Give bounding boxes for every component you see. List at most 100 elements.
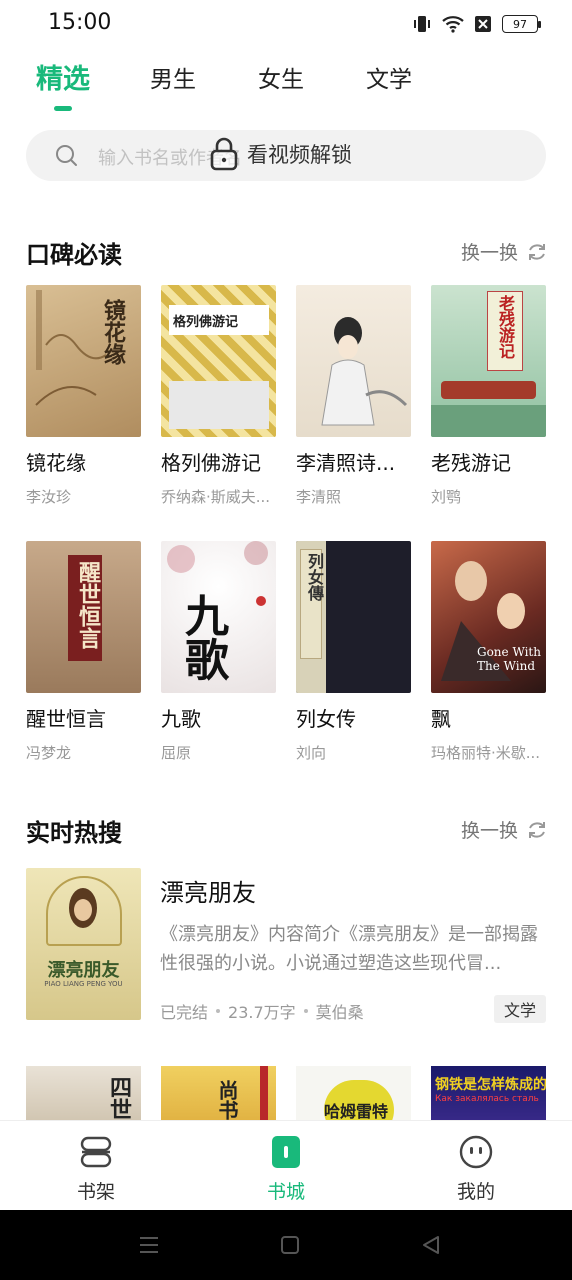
cover-title: 哈姆雷特	[324, 1102, 389, 1121]
book-title: 李清照诗...	[296, 451, 396, 475]
home-icon[interactable]	[279, 1234, 301, 1256]
status-bar: 15:00 97	[0, 0, 572, 50]
search-icon	[56, 145, 77, 166]
book-cover-peek[interactable]: 尚书	[161, 1066, 276, 1126]
refresh-button-hot[interactable]: 换一换	[461, 816, 548, 843]
book-title: 九歌	[161, 707, 201, 731]
bookstore-icon	[272, 1136, 300, 1168]
book-cover: 列女傳	[296, 541, 411, 693]
refresh-label: 换一换	[460, 242, 518, 264]
book-cover: 老残游记	[431, 285, 546, 437]
book-title: 飘	[431, 707, 451, 731]
unlock-text: 看视频解锁	[247, 143, 352, 167]
word-count: 23.7万字	[228, 1003, 296, 1022]
book-card[interactable]: 醒世恒言 醒世恒言 冯梦龙	[26, 541, 141, 763]
tab-male[interactable]: 男生	[150, 60, 196, 94]
book-cover: 镜花缘	[26, 285, 141, 437]
system-navigation-bar	[0, 1210, 572, 1280]
nav-profile[interactable]: 我的	[436, 1135, 516, 1204]
hot-book-cover[interactable]: 漂亮朋友 PIAO LIANG PENG YOU	[26, 868, 141, 1020]
book-title: 格列佛游记	[161, 451, 261, 475]
hot-book-title[interactable]: 漂亮朋友	[160, 873, 256, 908]
book-card[interactable]: 李清照诗... 李清照	[296, 285, 411, 507]
section-title-hot-search: 实时热搜	[26, 819, 122, 847]
separator-dot	[303, 1009, 308, 1013]
cover-title: 尚书	[215, 1080, 239, 1120]
cover-title: 格列佛游记	[173, 315, 239, 330]
genre-tag[interactable]: 文学	[493, 995, 546, 1023]
book-author: 冯梦龙	[26, 744, 72, 762]
cover-subtitle: Как закалялась сталь	[435, 1094, 539, 1104]
nav-label: 书城	[266, 1181, 305, 1203]
book-author: 刘鹗	[431, 488, 462, 506]
book-cover-peek[interactable]: 哈姆雷特	[296, 1066, 411, 1126]
wifi-icon	[442, 16, 464, 33]
refresh-icon	[529, 243, 545, 260]
vibrate-icon	[414, 16, 430, 32]
book-card[interactable]: 列女傳 列女传 刘向	[296, 541, 411, 763]
book-title: 老残游记	[431, 451, 511, 475]
tab-female[interactable]: 女生	[258, 60, 304, 94]
hot-book-description: 《漂亮朋友》内容简介《漂亮朋友》是一部揭露性很强的小说。小说通过塑造这些现代冒.…	[160, 924, 538, 974]
status-time: 15:00	[48, 10, 112, 35]
cover-title: 镜花缘	[100, 299, 126, 365]
book-status: 已完结	[160, 1003, 209, 1022]
category-tabs: 精选 男生 女生 文学	[0, 60, 572, 116]
bottom-nav: 书架 书城 我的	[0, 1120, 572, 1210]
search-bar[interactable]: 输入书名或作者名 看视频解锁	[26, 130, 546, 181]
no-sim-icon	[475, 16, 491, 32]
cover-title: 九歌	[177, 593, 228, 681]
book-card[interactable]: Gone With The Wind 飘 玛格丽特·米歇...	[431, 541, 546, 763]
cover-title: 醒世恒言	[75, 561, 101, 649]
nav-bookshelf[interactable]: 书架	[56, 1135, 136, 1204]
cover-title: 四世	[106, 1076, 132, 1120]
tab-featured[interactable]: 精选	[36, 57, 90, 96]
section-title-reputation: 口碑必读	[26, 241, 122, 269]
separator-dot	[216, 1009, 221, 1013]
book-cover: 格列佛游记	[161, 285, 276, 437]
battery-icon: 97	[502, 15, 541, 33]
cover-title: Gone With The Wind	[477, 645, 541, 673]
book-author: 乔纳森·斯威夫...	[161, 488, 271, 506]
hot-cover-subtitle: PIAO LIANG PENG YOU	[44, 980, 123, 988]
book-author: 莫伯桑	[315, 1003, 364, 1022]
nav-label: 我的	[456, 1181, 495, 1203]
book-card[interactable]: 九歌 九歌 屈原	[161, 541, 276, 763]
refresh-button[interactable]: 换一换	[461, 238, 548, 265]
book-cover-peek[interactable]: 钢铁是怎样炼成的 Как закалялась сталь	[431, 1066, 546, 1126]
menu-icon[interactable]	[138, 1235, 160, 1255]
profile-icon	[459, 1135, 493, 1169]
book-title: 镜花缘	[26, 451, 86, 475]
book-author: 李汝珍	[26, 488, 72, 506]
refresh-icon	[529, 821, 545, 838]
cover-title: 列女傳	[305, 553, 324, 601]
book-card[interactable]: 老残游记 老残游记 刘鹗	[431, 285, 546, 507]
hot-cover-title: 漂亮朋友	[47, 960, 120, 981]
nav-label: 书架	[76, 1181, 115, 1203]
book-title: 列女传	[296, 707, 356, 731]
book-author: 屈原	[161, 744, 192, 762]
hot-book-meta: 已完结 23.7万字 莫伯桑	[160, 999, 364, 1023]
book-cover: 九歌	[161, 541, 276, 693]
book-cover: Gone With The Wind	[431, 541, 546, 693]
tab-literature[interactable]: 文学	[366, 60, 412, 94]
book-cover	[296, 285, 411, 437]
book-author: 玛格丽特·米歇...	[431, 744, 541, 762]
cover-title: 钢铁是怎样炼成的	[435, 1077, 546, 1093]
back-icon[interactable]	[420, 1234, 442, 1256]
book-cover-peek[interactable]: 四世	[26, 1066, 141, 1126]
book-title: 醒世恒言	[26, 707, 106, 731]
book-author: 李清照	[296, 488, 342, 506]
book-card[interactable]: 镜花缘 镜花缘 李汝珍	[26, 285, 141, 507]
cover-title: 老残游记	[496, 295, 515, 359]
bookshelf-icon	[80, 1136, 112, 1168]
app-screen: 15:00 97 精选 男生 女生 文学 输入书名或作者名 看视频解锁 口碑必读…	[0, 0, 572, 1280]
book-card[interactable]: 格列佛游记 格列佛游记 乔纳森·斯威夫...	[161, 285, 276, 507]
refresh-label: 换一换	[460, 820, 518, 842]
nav-bookstore[interactable]: 书城	[246, 1135, 326, 1204]
status-icons: 97	[412, 14, 541, 34]
book-cover: 醒世恒言	[26, 541, 141, 693]
lock-icon	[210, 137, 238, 171]
active-tab-indicator	[54, 106, 72, 111]
unlock-overlay[interactable]: 看视频解锁	[209, 136, 352, 172]
